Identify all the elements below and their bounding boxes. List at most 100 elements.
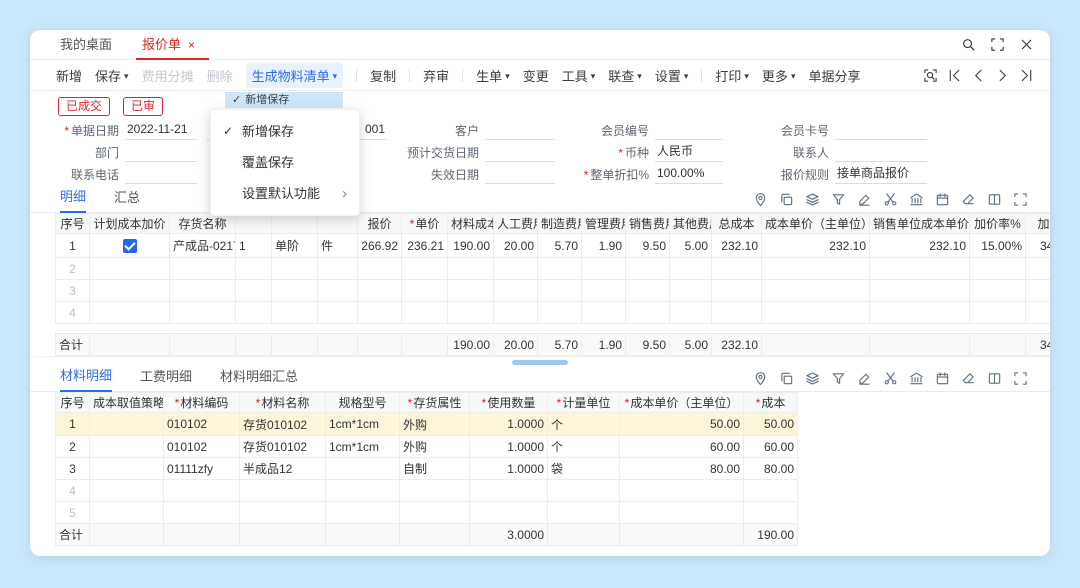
- table-cell[interactable]: [163, 501, 240, 524]
- save-button[interactable]: 保存 ▾: [95, 66, 129, 85]
- table-cell[interactable]: [625, 257, 670, 280]
- filter-icon[interactable]: [831, 371, 846, 386]
- table-cell[interactable]: [625, 301, 670, 324]
- table-cell[interactable]: 50.00: [619, 412, 744, 436]
- table-cell[interactable]: 外购: [399, 435, 470, 458]
- table-cell[interactable]: 3: [55, 457, 90, 480]
- table-cell[interactable]: [271, 257, 318, 280]
- table-cell[interactable]: 3: [55, 279, 90, 302]
- table-row[interactable]: 3 01111zfy 半成品12 自制 1.0000 袋 80.00 80.00: [55, 457, 798, 480]
- table-cell[interactable]: [969, 257, 1026, 280]
- bank-icon[interactable]: [909, 192, 924, 207]
- table-cell[interactable]: [619, 479, 744, 502]
- table-cell[interactable]: 产成品-0217: [169, 233, 236, 258]
- table-cell[interactable]: [469, 479, 548, 502]
- table-cell[interactable]: [89, 233, 170, 258]
- table-row[interactable]: 3: [55, 279, 1050, 302]
- menu-item-set-default[interactable]: 设置默认功能 ›: [211, 178, 359, 209]
- table-cell[interactable]: [469, 501, 548, 524]
- table-row[interactable]: 5: [55, 501, 798, 524]
- table-cell[interactable]: [669, 257, 712, 280]
- tab-close-icon[interactable]: ×: [188, 38, 195, 52]
- last-icon[interactable]: [1019, 68, 1034, 83]
- menu-item-save-overwrite[interactable]: 覆盖保存: [211, 147, 359, 178]
- settings-button[interactable]: 设置 ▾: [655, 66, 689, 85]
- tab-material-detail[interactable]: 材料明细: [60, 365, 113, 392]
- table-cell[interactable]: 5.70: [537, 233, 582, 258]
- table-cell[interactable]: [357, 301, 402, 324]
- table-cell[interactable]: [357, 279, 402, 302]
- table-cell[interactable]: 60.00: [619, 435, 744, 458]
- table-row[interactable]: 1 010102 存货010102 1cm*1cm 外购 1.0000 个 50.00 50.0…: [55, 412, 798, 436]
- scan-search-icon[interactable]: [923, 68, 938, 83]
- table-cell[interactable]: 5: [55, 501, 90, 524]
- cut-icon[interactable]: [883, 371, 898, 386]
- prev-icon[interactable]: [971, 68, 986, 83]
- table-cell[interactable]: [239, 479, 326, 502]
- location-icon[interactable]: [753, 192, 768, 207]
- table-cell[interactable]: 4: [55, 479, 90, 502]
- table-cell[interactable]: [969, 301, 1026, 324]
- table-cell[interactable]: 2: [55, 257, 90, 280]
- table-cell[interactable]: [1025, 279, 1050, 302]
- table-cell[interactable]: [869, 257, 970, 280]
- field-value[interactable]: [125, 142, 197, 162]
- table-cell[interactable]: [711, 279, 762, 302]
- table-row[interactable]: 1 产成品-0217 1 单阶件 266.92 236.21 190.00 20.00 5.70…: [55, 233, 1050, 258]
- filter-icon[interactable]: [831, 192, 846, 207]
- table-cell[interactable]: [1025, 301, 1050, 324]
- table-cell[interactable]: [169, 279, 236, 302]
- table-cell[interactable]: 1.90: [581, 233, 626, 258]
- table-cell[interactable]: 010102: [163, 412, 240, 436]
- table-cell[interactable]: [447, 279, 494, 302]
- copy-icon[interactable]: [779, 371, 794, 386]
- table-row[interactable]: 2 010102 存货010102 1cm*1cm 外购 1.0000 个 60.00 60.0…: [55, 435, 798, 458]
- table-cell[interactable]: [1025, 257, 1050, 280]
- table-cell[interactable]: 190.00: [447, 233, 494, 258]
- table-cell[interactable]: [89, 279, 170, 302]
- table-cell[interactable]: 9.50: [625, 233, 670, 258]
- table-cell[interactable]: 2: [55, 435, 90, 458]
- table-cell[interactable]: [761, 301, 870, 324]
- table-row[interactable]: 4: [55, 301, 1050, 324]
- table-cell[interactable]: 1.0000: [469, 435, 548, 458]
- table-cell[interactable]: 件: [317, 233, 358, 258]
- cut-icon[interactable]: [883, 192, 898, 207]
- tab-labor-detail[interactable]: 工费明细: [140, 366, 192, 391]
- edit-icon[interactable]: [857, 371, 872, 386]
- table-cell[interactable]: [325, 457, 400, 480]
- table-cell[interactable]: [869, 301, 970, 324]
- field-value[interactable]: 2022-11-21: [125, 120, 197, 140]
- table-cell[interactable]: 袋: [547, 457, 620, 480]
- stack-icon[interactable]: [805, 371, 820, 386]
- field-value[interactable]: 100.00%: [655, 164, 723, 184]
- table-cell[interactable]: [89, 457, 164, 480]
- first-icon[interactable]: [947, 68, 962, 83]
- table-cell[interactable]: 1cm*1cm: [325, 412, 400, 436]
- table-cell[interactable]: [89, 412, 164, 436]
- tab-quotation[interactable]: 报价单 ×: [136, 30, 210, 60]
- table-cell[interactable]: [619, 501, 744, 524]
- table-cell[interactable]: 存货010102: [239, 435, 326, 458]
- bank-icon[interactable]: [909, 371, 924, 386]
- table-row[interactable]: 2: [55, 257, 1050, 280]
- field-value[interactable]: 人民币: [655, 142, 723, 162]
- table-cell[interactable]: [537, 279, 582, 302]
- table-cell[interactable]: [317, 257, 358, 280]
- table-cell[interactable]: 266.92: [357, 233, 402, 258]
- columns-icon[interactable]: [987, 192, 1002, 207]
- table-cell[interactable]: [581, 279, 626, 302]
- field-value[interactable]: [835, 120, 927, 140]
- tab-material-summary[interactable]: 材料明细汇总: [220, 366, 298, 391]
- table-cell[interactable]: [711, 301, 762, 324]
- table-cell[interactable]: [401, 257, 448, 280]
- copy-icon[interactable]: [779, 192, 794, 207]
- print-button[interactable]: 打印 ▾: [715, 66, 749, 85]
- table-cell[interactable]: 4: [55, 301, 90, 324]
- share-button[interactable]: 单据分享: [808, 66, 860, 85]
- table-cell[interactable]: [493, 279, 538, 302]
- table-cell[interactable]: 1cm*1cm: [325, 435, 400, 458]
- table-cell[interactable]: 外购: [399, 412, 470, 436]
- table-cell[interactable]: 1: [55, 412, 90, 436]
- table-cell[interactable]: [325, 479, 400, 502]
